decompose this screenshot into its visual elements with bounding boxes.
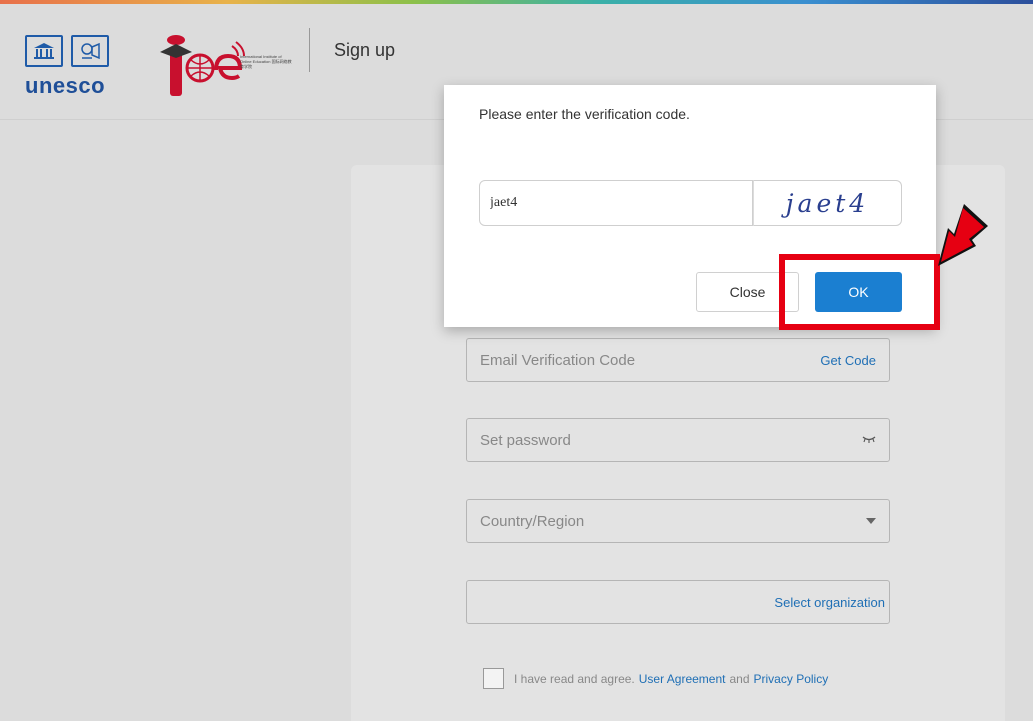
unesco-emblem (25, 35, 115, 67)
select-organization-button[interactable]: Select organization (774, 595, 885, 610)
institute-emblem-icon (71, 35, 109, 67)
iioe-logo[interactable]: International Institute of Online Educat… (148, 24, 293, 104)
country-region-placeholder: Country/Region (480, 512, 585, 530)
email-verification-code-field[interactable]: Email Verification Code Get Code (466, 338, 890, 382)
organization-field[interactable]: Select organization (466, 580, 890, 624)
verification-code-input[interactable] (479, 180, 753, 226)
iioe-institute-text: International Institute of Online Educat… (240, 54, 292, 69)
page-title: Sign up (334, 40, 396, 60)
agreement-checkbox[interactable] (483, 668, 504, 689)
caret-down-icon (866, 518, 876, 524)
agreement-and-text: and (729, 671, 750, 686)
dialog-title: Please enter the verification code. (479, 106, 690, 122)
email-verification-code-placeholder: Email Verification Code (480, 351, 636, 369)
agreement-text: I have read and agree. (514, 671, 635, 686)
privacy-policy-link[interactable]: Privacy Policy (754, 672, 829, 686)
captcha-image[interactable]: jaet4 (753, 180, 902, 226)
country-region-select[interactable]: Country/Region (466, 499, 890, 543)
ok-button-highlight (779, 254, 940, 330)
temple-icon (25, 35, 63, 67)
agreement-row: I have read and agree. User Agreement an… (483, 668, 832, 689)
user-agreement-link[interactable]: User Agreement (639, 672, 726, 686)
eye-closed-icon[interactable] (862, 434, 876, 446)
get-code-button[interactable]: Get Code (820, 353, 876, 368)
password-placeholder: Set password (480, 431, 571, 449)
red-arrow-icon (938, 204, 988, 266)
unesco-logo[interactable]: unesco (25, 35, 133, 99)
header-divider (309, 28, 310, 72)
password-field[interactable]: Set password (466, 418, 890, 462)
unesco-wordmark: unesco (25, 73, 106, 98)
